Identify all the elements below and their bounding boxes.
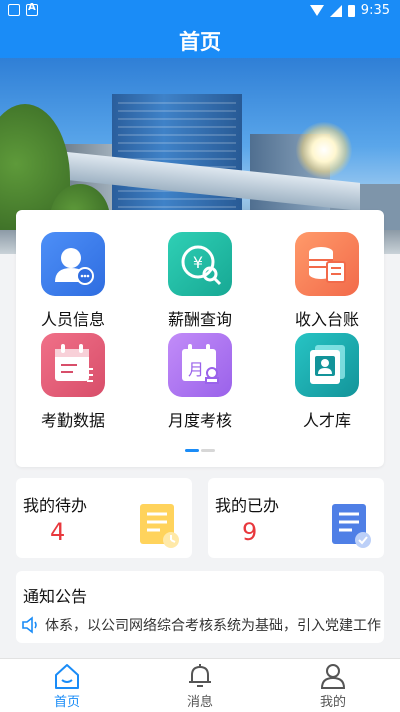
todo-card[interactable]: 我的待办 4: [16, 478, 192, 558]
bell-icon: [189, 664, 211, 687]
image-notification-icon: [8, 4, 20, 16]
home-icon: [55, 664, 79, 689]
menu-label: 人员信息: [40, 310, 105, 329]
todo-document-icon: [140, 504, 179, 548]
menu-label: 考勤数据: [40, 411, 105, 430]
user-icon: [320, 664, 346, 689]
todo-label: 我的待办: [23, 496, 88, 515]
talent-pool-icon: [295, 333, 359, 397]
bottom-nav: 首页 消息 我的: [0, 658, 400, 712]
signal-icon: [329, 4, 342, 17]
notice-card[interactable]: 通知公告 体系，以公司网络综合考核系统为基础，引入党建工作: [16, 571, 384, 643]
menu-item-attendance[interactable]: 考勤数据: [18, 333, 128, 433]
menu-item-talent-pool[interactable]: 人才库: [272, 333, 382, 433]
page-indicator-inactive: [201, 449, 215, 452]
notice-marquee[interactable]: 体系，以公司网络综合考核系统为基础，引入党建工作: [21, 615, 381, 635]
menu-item-salary-search[interactable]: ¥ 薪酬查询: [145, 232, 255, 332]
banner-sun: [296, 122, 352, 178]
nav-item-messages[interactable]: 消息: [150, 659, 250, 712]
battery-icon: [347, 4, 355, 17]
status-time: 9:35: [360, 3, 390, 18]
menu-grid: 人员信息 ¥ 薪酬查询 收入台账 考勤数据 月 月度考核 人才库: [16, 210, 384, 467]
done-label: 我的已办: [215, 496, 280, 515]
title-bar: 首页: [0, 22, 400, 58]
person-info-icon: [41, 232, 105, 296]
page-indicator-active: [185, 449, 199, 452]
a-notification-icon: [26, 2, 38, 16]
income-ledger-icon: [295, 232, 359, 296]
nav-item-home[interactable]: 首页: [17, 659, 117, 712]
menu-item-income-ledger[interactable]: 收入台账: [272, 232, 382, 332]
monthly-assessment-icon: 月: [168, 333, 232, 397]
svg-text:¥: ¥: [193, 253, 203, 272]
menu-label: 收入台账: [294, 310, 359, 329]
svg-text:月: 月: [188, 360, 204, 379]
salary-search-icon: ¥: [168, 232, 232, 296]
nav-label-home: 首页: [53, 695, 80, 710]
menu-label: 月度考核: [167, 411, 232, 430]
menu-item-monthly-assessment[interactable]: 月 月度考核: [145, 333, 255, 433]
todo-count: 4: [50, 518, 66, 546]
menu-item-person-info[interactable]: 人员信息: [18, 232, 128, 332]
attendance-calendar-icon: [41, 333, 105, 397]
nav-item-me[interactable]: 我的: [283, 659, 383, 712]
notice-text: 体系，以公司网络综合考核系统为基础，引入党建工作: [45, 618, 381, 634]
menu-label: 人才库: [302, 411, 351, 430]
status-bar: 9:35: [0, 0, 400, 22]
nav-label-me: 我的: [319, 695, 346, 710]
status-left: [8, 2, 38, 16]
page-indicator: [185, 449, 215, 452]
menu-label: 薪酬查询: [167, 310, 232, 329]
status-right: 9:35: [309, 3, 390, 18]
wifi-icon: [309, 4, 324, 17]
done-card[interactable]: 我的已办 9: [208, 478, 384, 558]
done-document-icon: [332, 504, 371, 548]
speaker-icon: [22, 616, 37, 634]
done-count: 9: [242, 518, 258, 546]
page-title: 首页: [179, 30, 221, 54]
notice-title: 通知公告: [23, 587, 88, 606]
nav-label-messages: 消息: [186, 695, 213, 710]
